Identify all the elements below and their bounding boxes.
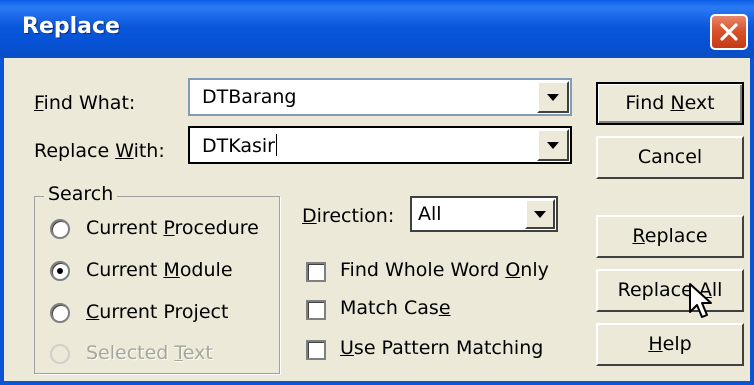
find-what-value[interactable]: DTBarang: [202, 86, 296, 108]
find-whole-word-label[interactable]: Find Whole Word Only: [340, 259, 549, 281]
mouse-pointer-icon: [689, 283, 712, 318]
find-next-rest: ext: [684, 92, 715, 114]
selected-text-rest: ext: [182, 342, 213, 364]
replace-all-pre: Replace: [617, 279, 699, 301]
current-project-label[interactable]: Current Project: [86, 301, 228, 323]
checkbox-find-whole-word[interactable]: [306, 262, 326, 282]
window-frame-left: [0, 58, 4, 385]
radio-selected-dot: [57, 268, 63, 274]
direction-select[interactable]: All: [410, 196, 558, 232]
replace-dialog: Replace Find What: DTBarang Replace With…: [0, 0, 754, 385]
use-pattern-matching-rest: se Pattern Matching: [353, 337, 544, 359]
replace-with-text: DTKasir: [202, 135, 275, 157]
use-pattern-matching-mnemonic: U: [340, 337, 354, 359]
current-project-rest: urrent Project: [99, 301, 229, 323]
match-case-mnemonic: e: [438, 297, 451, 319]
current-module-label[interactable]: Current Module: [86, 259, 233, 281]
find-what-label-rest: ind What:: [43, 92, 136, 114]
replace-with-combobox[interactable]: DTKasir: [188, 126, 572, 164]
direction-dropdown-button[interactable]: [525, 199, 555, 229]
replace-with-dropdown-button[interactable]: [537, 129, 569, 161]
checkbox-use-pattern-matching[interactable]: [306, 340, 326, 360]
find-what-combobox[interactable]: DTBarang: [188, 78, 572, 116]
current-procedure-mnemonic: P: [163, 217, 175, 239]
current-module-pre: Current: [86, 259, 164, 281]
replace-with-label: Replace With:: [34, 140, 165, 162]
checkbox-match-case[interactable]: [306, 300, 326, 320]
current-procedure-pre: Current: [86, 217, 164, 239]
direction-rest: irection:: [316, 205, 395, 227]
find-what-label: Find What:: [34, 92, 135, 114]
window-frame-bottom: [0, 381, 754, 385]
window-title: Replace: [22, 14, 120, 39]
radio-current-procedure[interactable]: [50, 219, 70, 239]
find-next-pre: Find: [625, 92, 671, 114]
search-group-label: Search: [44, 183, 118, 205]
find-whole-word-rest: nly: [520, 259, 549, 281]
replace-button[interactable]: Replace: [596, 215, 744, 258]
radio-current-module[interactable]: [50, 261, 70, 281]
help-rest: elp: [662, 333, 692, 355]
chevron-down-icon: [547, 142, 559, 149]
current-project-mnemonic: C: [86, 301, 100, 323]
replace-rest: eplace: [644, 225, 708, 247]
find-what-dropdown-button[interactable]: [537, 81, 569, 113]
help-button[interactable]: Help: [596, 323, 744, 366]
direction-mnemonic: D: [302, 205, 317, 227]
match-case-pre: Match Cas: [340, 297, 439, 319]
replace-with-label-mnemonic: W: [115, 140, 134, 162]
replace-mnemonic: R: [632, 225, 645, 247]
replace-with-value[interactable]: DTKasir: [202, 134, 277, 157]
replace-with-label-rest: ith:: [133, 140, 165, 162]
direction-label: Direction:: [302, 205, 394, 227]
chevron-down-icon: [547, 94, 559, 101]
find-what-label-mnemonic: F: [34, 92, 44, 114]
radio-current-project[interactable]: [50, 303, 70, 323]
find-whole-word-pre: Find Whole Word: [340, 259, 506, 281]
help-mnemonic: H: [648, 333, 663, 355]
direction-value: All: [418, 203, 442, 225]
current-procedure-label[interactable]: Current Procedure: [86, 217, 259, 239]
use-pattern-matching-label[interactable]: Use Pattern Matching: [340, 337, 543, 359]
current-module-rest: odule: [179, 259, 233, 281]
current-procedure-rest: rocedure: [174, 217, 259, 239]
text-caret: [276, 134, 277, 156]
find-next-mnemonic: N: [670, 92, 685, 114]
close-icon: [720, 23, 738, 41]
close-button[interactable]: [710, 14, 748, 50]
replace-all-button[interactable]: Replace All: [596, 269, 744, 312]
match-case-label[interactable]: Match Case: [340, 297, 451, 319]
replace-with-label-pre: Replace: [34, 140, 116, 162]
find-whole-word-mnemonic: O: [505, 259, 521, 281]
chevron-down-icon: [534, 211, 546, 218]
title-bar[interactable]: Replace: [0, 0, 754, 58]
selected-text-pre: Selected: [86, 342, 175, 364]
selected-text-mnemonic: T: [174, 342, 183, 364]
radio-selected-text: [50, 344, 70, 364]
cancel-button[interactable]: Cancel: [596, 136, 744, 179]
find-next-button[interactable]: Find Next: [596, 82, 744, 125]
window-frame-right: [750, 58, 754, 385]
selected-text-label: Selected Text: [86, 342, 213, 364]
current-module-mnemonic: M: [163, 259, 180, 281]
